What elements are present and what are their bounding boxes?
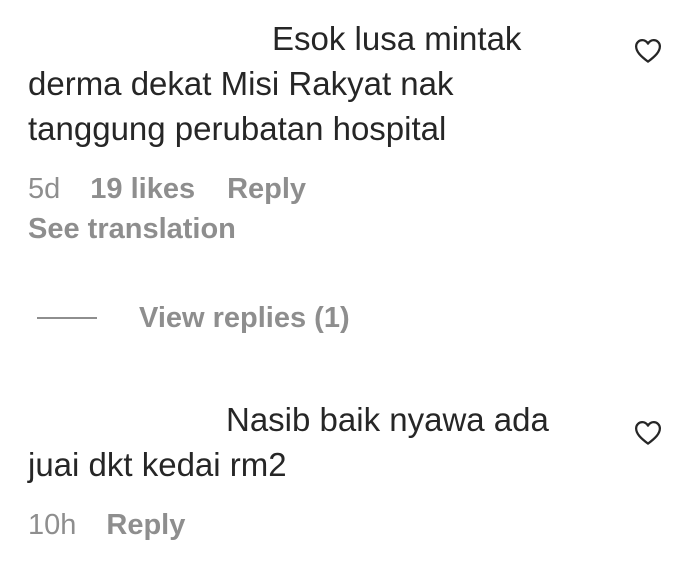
comment-2: Nasib baik nyawa ada juai dkt kedai rm2 … bbox=[28, 397, 618, 545]
comment-1-meta: 5d 19 likes Reply bbox=[28, 169, 618, 209]
comment-2-meta: 10h Reply bbox=[28, 505, 618, 545]
comment-1-line-2: derma dekat Misi Rakyat nak bbox=[28, 65, 454, 102]
heart-icon[interactable] bbox=[632, 418, 664, 448]
see-translation-link[interactable]: See translation bbox=[28, 209, 618, 249]
comment-1-line-3: tanggung perubatan hospital bbox=[28, 110, 447, 147]
comment-2-line-1: Nasib baik nyawa ada bbox=[226, 401, 549, 438]
comment-1-reply-button[interactable]: Reply bbox=[227, 169, 306, 209]
comment-1-line-1: Esok lusa mintak bbox=[272, 20, 522, 57]
comment-2-line-2: juai dkt kedai rm2 bbox=[28, 446, 287, 483]
comment-1: Esok lusa mintak derma dekat Misi Rakyat… bbox=[28, 16, 618, 249]
heart-icon[interactable] bbox=[632, 36, 664, 66]
replies-divider-line bbox=[37, 317, 97, 319]
comment-2-text: Nasib baik nyawa ada juai dkt kedai rm2 bbox=[28, 397, 618, 487]
comment-1-timestamp: 5d bbox=[28, 173, 61, 205]
comment-1-text: Esok lusa mintak derma dekat Misi Rakyat… bbox=[28, 16, 618, 151]
comment-2-timestamp: 10h bbox=[28, 509, 77, 541]
view-replies-label: View replies (1) bbox=[139, 302, 350, 334]
comment-1-likes-count[interactable]: 19 likes bbox=[90, 169, 195, 209]
comment-2-reply-button[interactable]: Reply bbox=[106, 505, 185, 545]
view-replies-button[interactable]: View replies (1) bbox=[37, 298, 350, 338]
